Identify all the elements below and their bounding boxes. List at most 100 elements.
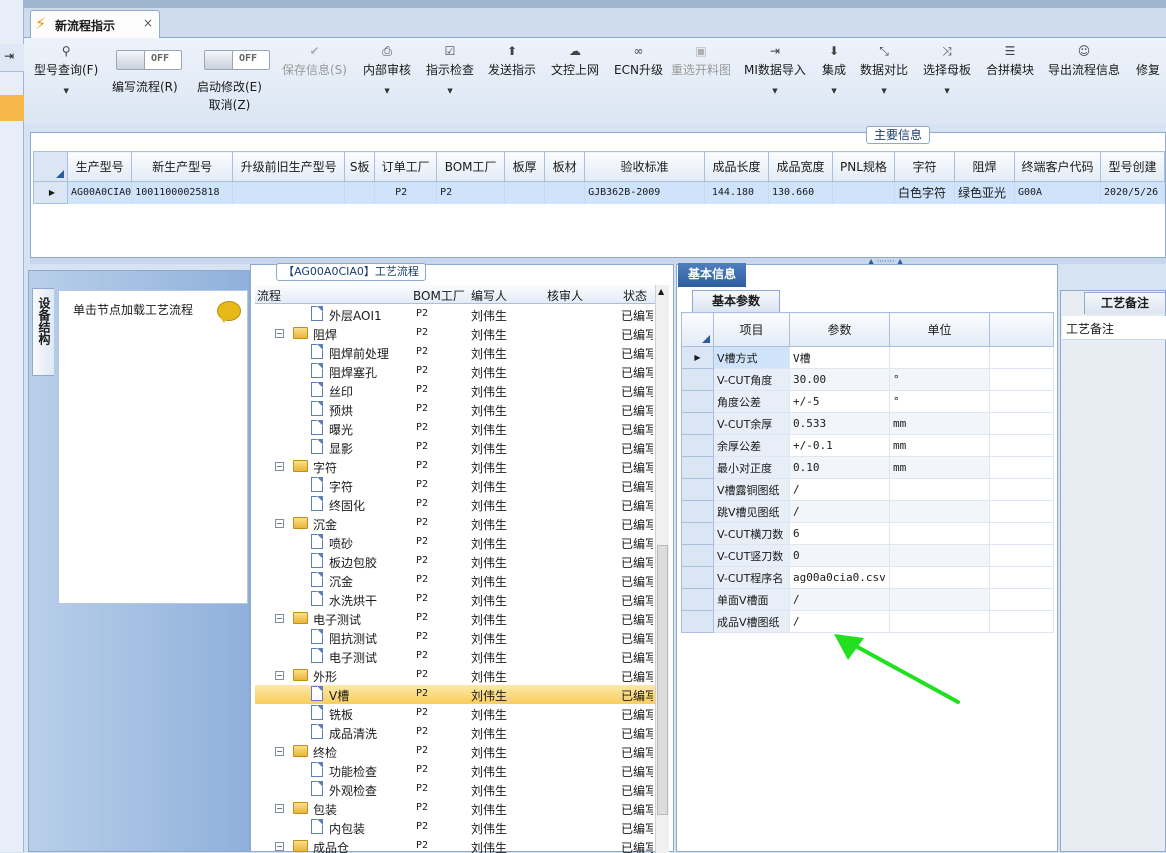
table-row[interactable]: 余厚公差 +/-0.1 mm	[681, 434, 1054, 457]
col-header[interactable]: 验收标准	[584, 151, 706, 182]
col-header[interactable]: 板材	[544, 151, 586, 182]
param-value[interactable]: 0.10	[789, 456, 890, 479]
tree-node[interactable]: − 包装 P2 刘伟生 已编写	[255, 799, 659, 818]
tab-process-notes[interactable]: 工艺备注	[1084, 292, 1166, 314]
tree-node[interactable]: 曝光 P2 刘伟生 已编写	[255, 419, 659, 438]
table-row[interactable]: V-CUT竖刀数 0	[681, 544, 1054, 567]
col-header[interactable]: 生产型号	[66, 151, 133, 182]
col-header[interactable]: 成品长度	[704, 151, 770, 182]
table-row[interactable]: 角度公差 +/-5 °	[681, 390, 1054, 413]
tree-node[interactable]: − 外形 P2 刘伟生 已编写	[255, 666, 659, 685]
tree-node[interactable]: − 沉金 P2 刘伟生 已编写	[255, 514, 659, 533]
table-row[interactable]: V-CUT横刀数 6	[681, 522, 1054, 545]
collapse-icon[interactable]: −	[275, 747, 284, 756]
tree-node[interactable]: 阻焊前处理 P2 刘伟生 已编写	[255, 343, 659, 362]
dropdown-arrow-icon[interactable]: ▼	[744, 87, 806, 95]
cell-material[interactable]	[544, 181, 586, 204]
col-header-reviewer[interactable]: 核审人	[547, 287, 583, 304]
tree-node[interactable]: 阻焊塞孔 P2 刘伟生 已编写	[255, 362, 659, 381]
collapse-icon[interactable]: −	[275, 614, 284, 623]
col-header-bom[interactable]: BOM工厂	[413, 287, 465, 304]
tab-basic-info[interactable]: 基本信息	[678, 263, 746, 287]
table-row[interactable]: V-CUT余厚 0.533 mm	[681, 412, 1054, 435]
mi-data-import-button[interactable]: ⇥ MI数据导入 ▼	[744, 44, 806, 95]
table-row[interactable]: ▶ V槽方式 V槽	[681, 346, 1054, 369]
param-value[interactable]: 0	[789, 544, 890, 567]
cell-old-model[interactable]	[232, 181, 346, 204]
cell-thickness[interactable]	[504, 181, 546, 204]
col-header[interactable]: PNL规格	[832, 151, 895, 182]
param-unit[interactable]: °	[889, 368, 990, 391]
tree-node[interactable]: 板边包胶 P2 刘伟生 已编写	[255, 552, 659, 571]
export-flow-info-button[interactable]: ☺ 导出流程信息	[1048, 44, 1120, 78]
tree-node[interactable]: 喷砂 P2 刘伟生 已编写	[255, 533, 659, 552]
collapse-icon[interactable]: −	[275, 519, 284, 528]
param-unit[interactable]	[889, 478, 990, 501]
collapse-icon[interactable]: −	[275, 329, 284, 338]
tree-node[interactable]: 沉金 P2 刘伟生 已编写	[255, 571, 659, 590]
col-header-param[interactable]: 参数	[789, 312, 890, 347]
col-header-flow[interactable]: 流程	[257, 287, 281, 304]
select-mother-board-button[interactable]: ⤨ 选择母板 ▼	[923, 44, 971, 95]
col-header-writer[interactable]: 编写人	[471, 287, 507, 304]
tree-node[interactable]: 功能检查 P2 刘伟生 已编写	[255, 761, 659, 780]
tree-node[interactable]: 显影 P2 刘伟生 已编写	[255, 438, 659, 457]
param-unit[interactable]	[889, 544, 990, 567]
side-tab-device-structure[interactable]: 设备结构	[32, 288, 54, 376]
param-unit[interactable]: mm	[889, 456, 990, 479]
write-flow-toggle[interactable]: OFF	[116, 50, 182, 70]
table-row[interactable]: V-CUT角度 30.00 °	[681, 368, 1054, 391]
tree-node[interactable]: 外层AOI1 P2 刘伟生 已编写	[255, 305, 659, 324]
param-value[interactable]: /	[789, 478, 890, 501]
model-query-button[interactable]: ⚲ 型号查询(F) ▼	[34, 44, 98, 95]
col-header[interactable]: 订单工厂	[374, 151, 438, 182]
col-header[interactable]: 终端客户代码	[1013, 151, 1101, 182]
param-unit[interactable]	[889, 500, 990, 523]
merge-module-button[interactable]: ☰ 合拼模块	[986, 44, 1034, 78]
cell-pnl-spec[interactable]	[832, 181, 895, 204]
tree-node[interactable]: 字符 P2 刘伟生 已编写	[255, 476, 659, 495]
scroll-thumb[interactable]	[657, 545, 668, 815]
tree-node[interactable]: 预烘 P2 刘伟生 已编写	[255, 400, 659, 419]
dropdown-arrow-icon[interactable]: ▼	[426, 87, 474, 95]
col-header-item[interactable]: 项目	[713, 312, 790, 347]
instruction-check-button[interactable]: ☑ 指示检查 ▼	[426, 44, 474, 95]
tree-node[interactable]: 终固化 P2 刘伟生 已编写	[255, 495, 659, 514]
write-flow-button[interactable]: 编写流程(R)	[112, 76, 178, 95]
tree-node[interactable]: 水洗烘干 P2 刘伟生 已编写	[255, 590, 659, 609]
tree-node[interactable]: − 电子测试 P2 刘伟生 已编写	[255, 609, 659, 628]
tree-node[interactable]: 内包装 P2 刘伟生 已编写	[255, 818, 659, 837]
dropdown-arrow-icon[interactable]: ▼	[822, 87, 846, 95]
param-unit[interactable]: °	[889, 390, 990, 413]
tree-node[interactable]: − 终检 P2 刘伟生 已编写	[255, 742, 659, 761]
cell-order-factory[interactable]: P2	[374, 181, 438, 204]
tab-basic-params[interactable]: 基本参数	[692, 290, 780, 312]
param-unit[interactable]	[889, 346, 990, 369]
cancel-label[interactable]: 取消(Z)	[197, 96, 262, 113]
tree-node[interactable]: V槽 P2 刘伟生 已编写	[255, 685, 659, 704]
param-value[interactable]: V槽	[789, 346, 890, 369]
param-unit[interactable]	[889, 566, 990, 589]
collapse-icon[interactable]: −	[275, 842, 284, 851]
data-compare-button[interactable]: ⤡ 数据对比 ▼	[860, 44, 908, 95]
collapse-icon[interactable]: −	[275, 804, 284, 813]
col-header[interactable]: S板	[344, 151, 376, 182]
collapse-icon[interactable]: −	[275, 671, 284, 680]
tree-node[interactable]: 阻抗测试 P2 刘伟生 已编写	[255, 628, 659, 647]
tab-new-flow[interactable]: ⚡ 新流程指示 ×	[30, 10, 160, 38]
integrate-button[interactable]: ⬇ 集成 ▼	[822, 44, 846, 95]
internal-review-button[interactable]: ⎙ 内部审核 ▼	[363, 44, 411, 95]
scroll-up-icon[interactable]: ▲	[658, 287, 664, 296]
param-value[interactable]: +/-5	[789, 390, 890, 413]
param-value[interactable]: +/-0.1	[789, 434, 890, 457]
start-modify-button[interactable]: 启动修改(E) 取消(Z)	[197, 76, 262, 113]
close-icon[interactable]: ×	[143, 16, 153, 30]
param-value[interactable]: 30.00	[789, 368, 890, 391]
param-unit[interactable]	[889, 522, 990, 545]
param-value[interactable]: /	[789, 500, 890, 523]
cell-acceptance-standard[interactable]: GJB362B-2009	[584, 181, 706, 204]
send-instruction-button[interactable]: ⬆ 发送指示	[488, 44, 536, 78]
col-header[interactable]: 成品宽度	[768, 151, 833, 182]
cell-character[interactable]: 白色字符	[894, 181, 955, 204]
param-unit[interactable]: mm	[889, 434, 990, 457]
